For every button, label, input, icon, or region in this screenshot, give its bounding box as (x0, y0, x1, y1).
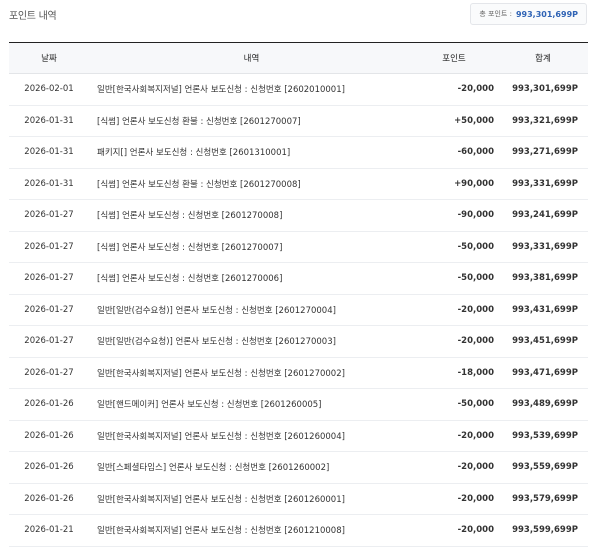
row-date: 2026-02-01 (9, 73, 89, 106)
table-row: 2026-01-27 [식썸] 언론사 보도신청 : 신청번호 [26012700… (9, 262, 588, 295)
table-row: 2026-01-27 [식썸] 언론사 보도신청 : 신청번호 [26012700… (9, 199, 588, 232)
table-row: 2026-01-31 [식썸] 언론사 보도신청 환불 : 신청번호 [26012… (9, 168, 588, 200)
total-points-value: 993,301,699P (515, 9, 578, 19)
table-row: 2026-01-27 [식썸] 언론사 보도신청 : 신청번호 [26012700… (9, 231, 588, 263)
row-total: 993,301,699P (498, 73, 588, 106)
row-total: 993,241,699P (498, 199, 588, 232)
table-row: 2026-01-27 일반[일반(검수요청)] 언론사 보도신청 : 신청번호 [… (9, 325, 588, 358)
row-date: 2026-01-27 (9, 357, 89, 389)
row-desc: [식썸] 언론사 보도신청 : 신청번호 [2601270007] (89, 231, 414, 263)
row-desc: 일반[일반(검수요청)] 언론사 보도신청 : 신청번호 [2601270004… (89, 294, 414, 326)
header-date: 날짜 (9, 42, 89, 74)
row-date: 2026-01-21 (9, 514, 89, 547)
row-desc: [식썸] 언론사 보도신청 환불 : 신청번호 [2601270007] (89, 105, 414, 137)
row-point: -20,000 (414, 420, 498, 452)
table-row: 2026-01-31 [식썸] 언론사 보도신청 환불 : 신청번호 [26012… (9, 105, 588, 137)
row-point: -20,000 (414, 483, 498, 515)
row-desc: [식썸] 언론사 보도신청 : 신청번호 [2601270006] (89, 262, 414, 295)
table-row: 2026-01-21 일반[한국사회복지저널] 언론사 보도신청 : 신청번호 [… (9, 514, 588, 547)
row-total: 993,331,699P (498, 231, 588, 263)
row-date: 2026-01-31 (9, 168, 89, 200)
row-desc: 일반[핸드메이커] 언론사 보도신청 : 신청번호 [2601260005] (89, 388, 414, 421)
row-point: -90,000 (414, 199, 498, 232)
row-desc: [식썸] 언론사 보도신청 : 신청번호 [2601270008] (89, 199, 414, 232)
row-desc: 일반[스페셜타임스] 언론사 보도신청 : 신청번호 [2601260002] (89, 451, 414, 484)
row-total: 993,599,699P (498, 514, 588, 547)
row-date: 2026-01-27 (9, 231, 89, 263)
row-total: 993,489,699P (498, 388, 588, 421)
table-row: 2026-01-26 일반[한국사회복지저널] 언론사 보도신청 : 신청번호 [… (9, 420, 588, 452)
row-total: 993,471,699P (498, 357, 588, 389)
row-total: 993,431,699P (498, 294, 588, 326)
row-date: 2026-01-26 (9, 451, 89, 484)
row-point: -50,000 (414, 231, 498, 263)
row-date: 2026-01-26 (9, 388, 89, 421)
row-point: -20,000 (414, 325, 498, 358)
row-total: 993,271,699P (498, 136, 588, 169)
row-point: -18,000 (414, 357, 498, 389)
total-points-box: 총 포인트 : 993,301,699P (470, 3, 587, 25)
table-row: 2026-01-27 일반[일반(검수요청)] 언론사 보도신청 : 신청번호 [… (9, 294, 588, 326)
row-total: 993,451,699P (498, 325, 588, 358)
row-date: 2026-01-26 (9, 483, 89, 515)
row-date: 2026-01-27 (9, 325, 89, 358)
page-title: 포인트 내역 (9, 11, 57, 22)
row-desc: 일반[한국사회복지저널] 언론사 보도신청 : 신청번호 [2601210008… (89, 514, 414, 547)
header-total: 합계 (498, 42, 588, 74)
header-desc: 내역 (89, 42, 414, 74)
table-header-row: 날짜 내역 포인트 합계 (9, 42, 588, 74)
table-row: 2026-02-01 일반[한국사회복지저널] 언론사 보도신청 : 신청번호 [… (9, 73, 588, 106)
row-desc: [식썸] 언론사 보도신청 환불 : 신청번호 [2601270008] (89, 168, 414, 200)
row-point: +90,000 (414, 168, 498, 200)
row-point: -20,000 (414, 514, 498, 547)
row-total: 993,579,699P (498, 483, 588, 515)
row-desc: 일반[일반(검수요청)] 언론사 보도신청 : 신청번호 [2601270003… (89, 325, 414, 358)
row-point: -20,000 (414, 451, 498, 484)
row-total: 993,381,699P (498, 262, 588, 295)
row-point: -50,000 (414, 262, 498, 295)
table-row: 2026-01-27 일반[한국사회복지저널] 언론사 보도신청 : 신청번호 [… (9, 357, 588, 389)
row-date: 2026-01-27 (9, 294, 89, 326)
row-date: 2026-01-31 (9, 136, 89, 169)
row-point: -20,000 (414, 294, 498, 326)
row-date: 2026-01-27 (9, 262, 89, 295)
row-total: 993,539,699P (498, 420, 588, 452)
row-date: 2026-01-31 (9, 105, 89, 137)
row-point: -60,000 (414, 136, 498, 169)
row-desc: 일반[한국사회복지저널] 언론사 보도신청 : 신청번호 [2601260001… (89, 483, 414, 515)
row-desc: 패키지[] 언론사 보도신청 : 신청번호 [2601310001] (89, 136, 414, 169)
row-total: 993,559,699P (498, 451, 588, 484)
table-row: 2026-01-26 일반[스페셜타임스] 언론사 보도신청 : 신청번호 [26… (9, 451, 588, 484)
row-desc: 일반[한국사회복지저널] 언론사 보도신청 : 신청번호 [2601270002… (89, 357, 414, 389)
header-point: 포인트 (414, 42, 498, 74)
table-row: 2026-01-31 패키지[] 언론사 보도신청 : 신청번호 [2601310… (9, 136, 588, 169)
point-history-table: 날짜 내역 포인트 합계 2026-02-01 일반[한국사회복지저널] 언론사 … (9, 42, 588, 547)
row-point: +50,000 (414, 105, 498, 137)
table-row: 2026-01-26 일반[핸드메이커] 언론사 보도신청 : 신청번호 [260… (9, 388, 588, 421)
row-desc: 일반[한국사회복지저널] 언론사 보도신청 : 신청번호 [2601260004… (89, 420, 414, 452)
row-date: 2026-01-26 (9, 420, 89, 452)
row-point: -20,000 (414, 73, 498, 106)
row-date: 2026-01-27 (9, 199, 89, 232)
table-row: 2026-01-26 일반[한국사회복지저널] 언론사 보도신청 : 신청번호 [… (9, 483, 588, 515)
total-points-label: 총 포인트 : (479, 10, 512, 18)
row-desc: 일반[한국사회복지저널] 언론사 보도신청 : 신청번호 [2602010001… (89, 73, 414, 106)
row-total: 993,321,699P (498, 105, 588, 137)
row-total: 993,331,699P (498, 168, 588, 200)
row-point: -50,000 (414, 388, 498, 421)
